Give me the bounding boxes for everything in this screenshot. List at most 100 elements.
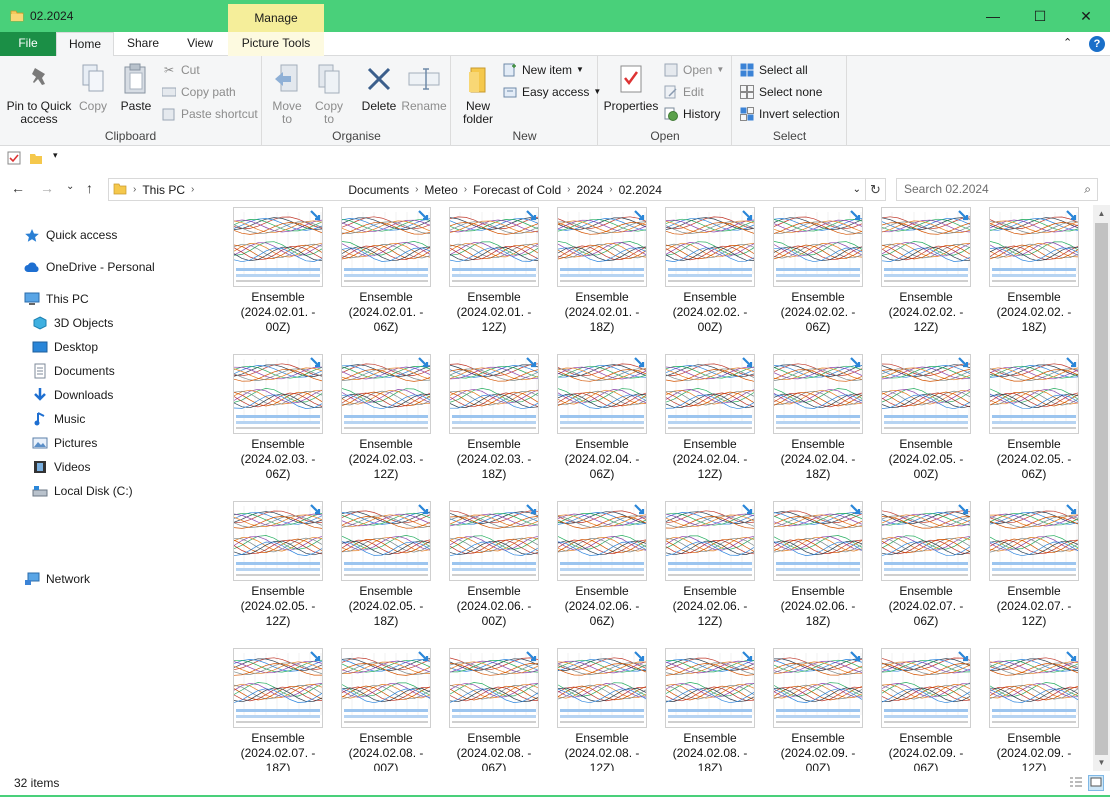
file-item[interactable]: Ensemble (2024.02.01. -12Z) [444,207,544,335]
tab-manage[interactable]: Manage [228,4,324,32]
easy-access-button[interactable]: Easy access ▼ [502,82,601,102]
tab-share[interactable]: Share [117,32,169,56]
file-item[interactable]: Ensemble (2024.02.06. -06Z) [552,501,652,629]
move-to-button[interactable]: Move to [269,62,305,126]
up-arrow-icon[interactable]: ↑ [86,180,93,196]
file-item[interactable]: Ensemble (2024.02.08. -00Z) [336,648,436,771]
file-item[interactable]: Ensemble (2024.02.02. -12Z) [876,207,976,335]
file-item[interactable]: Ensemble (2024.02.09. -06Z) [876,648,976,771]
large-icons-view-icon[interactable] [1088,775,1104,791]
copy-path-button[interactable]: Copy path [161,82,236,102]
breadcrumb-this-pc[interactable]: This PC [142,183,185,197]
customize-toolbar-icon[interactable]: ▾ [53,150,58,161]
file-item[interactable]: Ensemble (2024.02.02. -18Z) [984,207,1084,335]
file-item[interactable]: Ensemble (2024.02.04. -18Z) [768,354,868,482]
nav-quick-access[interactable]: Quick access [24,225,117,245]
file-item[interactable]: Ensemble (2024.02.05. -18Z) [336,501,436,629]
address-dropdown-icon[interactable]: ⌄ [853,184,861,195]
scrollbar-thumb[interactable] [1095,223,1108,755]
edit-button[interactable]: Edit [663,82,704,102]
maximize-button[interactable]: ☐ [1017,0,1063,32]
details-view-icon[interactable] [1068,775,1084,791]
open-button[interactable]: Open ▼ [663,60,724,80]
help-icon[interactable]: ? [1089,36,1105,52]
tab-picture-tools[interactable]: Picture Tools [228,32,324,56]
new-folder-small-icon[interactable] [29,151,43,168]
delete-button[interactable]: Delete [359,62,399,113]
nav-desktop[interactable]: Desktop [32,337,98,357]
scroll-up-arrow-icon[interactable]: ▲ [1093,205,1110,222]
forward-arrow-icon[interactable]: → [40,180,54,196]
file-item[interactable]: Ensemble (2024.02.07. -12Z) [984,501,1084,629]
file-item[interactable]: Ensemble (2024.02.01. -06Z) [336,207,436,335]
copy-to-button[interactable]: Copy to [311,62,347,126]
minimize-button[interactable]: — [970,0,1016,32]
file-item[interactable]: Ensemble (2024.02.05. -00Z) [876,354,976,482]
file-item[interactable]: Ensemble (2024.02.05. -06Z) [984,354,1084,482]
address-bar[interactable]: › This PC › Documents › Meteo › Forecast… [108,178,866,201]
pin-quick-access-button[interactable]: Pin to Quick access [4,62,74,126]
chevron-up-icon[interactable]: ⌃ [1063,36,1072,49]
vertical-scrollbar[interactable]: ▲ ▼ [1093,205,1110,771]
file-item[interactable]: Ensemble (2024.02.02. -06Z) [768,207,868,335]
nav-downloads[interactable]: Downloads [32,385,113,405]
file-item[interactable]: Ensemble (2024.02.02. -00Z) [660,207,760,335]
chevron-right-icon[interactable]: › [567,184,570,195]
back-arrow-icon[interactable]: ← [11,180,25,196]
close-button[interactable]: ✕ [1063,0,1109,32]
chevron-right-icon[interactable]: › [609,184,612,195]
recent-dropdown-icon[interactable]: ⌄ [66,181,74,192]
search-input[interactable]: Search 02.2024 ⌕ [896,178,1098,201]
file-item[interactable]: Ensemble (2024.02.04. -12Z) [660,354,760,482]
file-item[interactable]: Ensemble (2024.02.06. -12Z) [660,501,760,629]
file-item[interactable]: Ensemble (2024.02.07. -06Z) [876,501,976,629]
new-item-button[interactable]: New item ▼ [502,60,584,80]
file-item[interactable]: Ensemble (2024.02.09. -12Z) [984,648,1084,771]
nav-pictures[interactable]: Pictures [32,433,97,453]
properties-small-icon[interactable] [7,151,21,168]
nav-3d-objects[interactable]: 3D Objects [32,313,113,333]
select-none-button[interactable]: Select none [739,82,822,102]
breadcrumb-02-2024[interactable]: 02.2024 [619,183,662,197]
copy-button[interactable]: Copy [76,62,110,113]
file-item[interactable]: Ensemble (2024.02.06. -00Z) [444,501,544,629]
nav-documents[interactable]: Documents [32,361,115,381]
file-item[interactable]: Ensemble (2024.02.07. -18Z) [228,648,328,771]
file-item[interactable]: Ensemble (2024.02.01. -00Z) [228,207,328,335]
refresh-icon[interactable]: ↻ [866,178,886,201]
nav-videos[interactable]: Videos [32,457,90,477]
paste-shortcut-button[interactable]: Paste shortcut [161,104,258,124]
file-item[interactable]: Ensemble (2024.02.06. -18Z) [768,501,868,629]
file-item[interactable]: Ensemble (2024.02.08. -12Z) [552,648,652,771]
new-folder-button[interactable]: New folder [458,62,498,126]
chevron-right-icon[interactable]: › [415,184,418,195]
file-item[interactable]: Ensemble (2024.02.03. -06Z) [228,354,328,482]
breadcrumb-2024[interactable]: 2024 [577,183,604,197]
chevron-right-icon[interactable]: › [464,184,467,195]
file-item[interactable]: Ensemble (2024.02.05. -12Z) [228,501,328,629]
file-item[interactable]: Ensemble (2024.02.08. -06Z) [444,648,544,771]
file-item[interactable]: Ensemble (2024.02.03. -18Z) [444,354,544,482]
tab-view[interactable]: View [176,32,224,56]
invert-selection-button[interactable]: Invert selection [739,104,840,124]
file-item[interactable]: Ensemble (2024.02.03. -12Z) [336,354,436,482]
nav-local-disk[interactable]: Local Disk (C:) [32,481,133,501]
nav-network[interactable]: Network [24,569,90,589]
file-item[interactable]: Ensemble (2024.02.04. -06Z) [552,354,652,482]
tab-home[interactable]: Home [56,32,114,57]
breadcrumb-forecast-of-cold[interactable]: Forecast of Cold [473,183,561,197]
nav-music[interactable]: Music [32,409,85,429]
file-item[interactable]: Ensemble (2024.02.08. -18Z) [660,648,760,771]
breadcrumb-meteo[interactable]: Meteo [424,183,457,197]
nav-this-pc[interactable]: This PC [24,289,89,309]
paste-button[interactable]: Paste [116,62,156,113]
scroll-down-arrow-icon[interactable]: ▼ [1093,754,1110,771]
select-all-button[interactable]: Select all [739,60,808,80]
file-item[interactable]: Ensemble (2024.02.01. -18Z) [552,207,652,335]
chevron-right-icon[interactable]: › [191,184,194,195]
nav-onedrive[interactable]: OneDrive - Personal [24,257,155,277]
history-button[interactable]: History [663,104,720,124]
file-item[interactable]: Ensemble (2024.02.09. -00Z) [768,648,868,771]
cut-button[interactable]: ✂ Cut [161,60,200,80]
properties-button[interactable]: Properties [603,62,659,113]
